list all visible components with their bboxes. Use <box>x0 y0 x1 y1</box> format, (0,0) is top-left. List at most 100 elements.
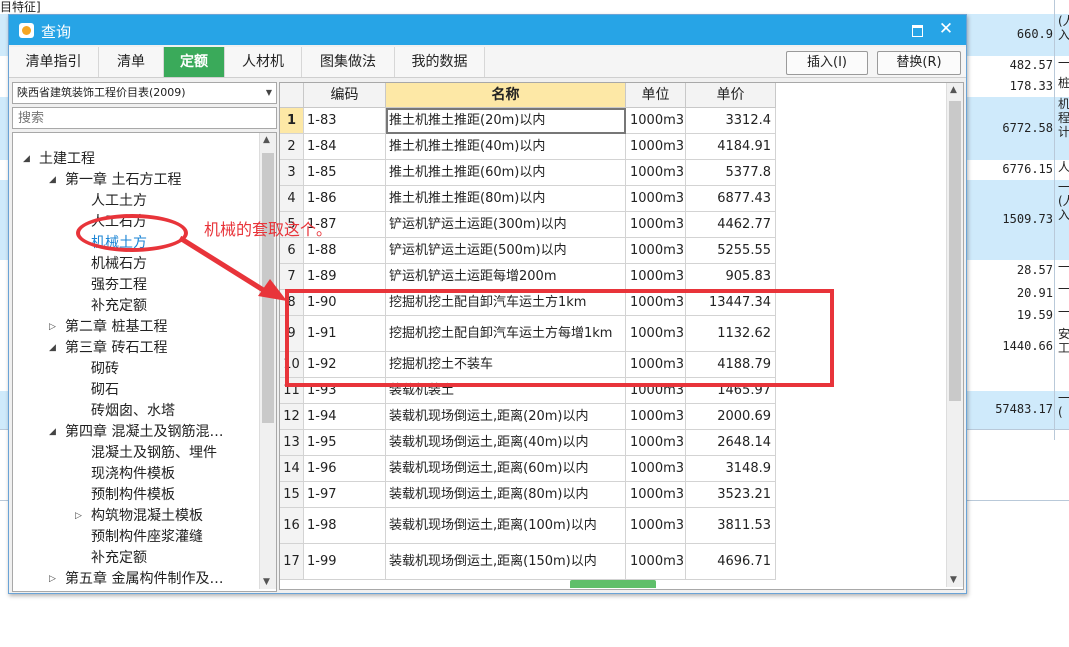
unit-cell[interactable]: 1000m3 <box>626 264 686 290</box>
unit-cell[interactable]: 1000m3 <box>626 508 686 544</box>
row-number[interactable]: 4 <box>280 186 304 212</box>
row-number[interactable]: 1 <box>280 108 304 134</box>
price-cell[interactable]: 5377.8 <box>686 160 776 186</box>
header-price[interactable]: 单价 <box>686 83 776 108</box>
header-unit[interactable]: 单位 <box>626 83 686 108</box>
tree-item[interactable]: 砌石 <box>91 380 119 401</box>
name-cell[interactable]: 装载机现场倒运土,距离(80m)以内 <box>386 482 626 508</box>
tree-item[interactable]: 砖烟囱、水塔 <box>91 401 175 422</box>
name-cell[interactable]: 装载机现场倒运土,距离(150m)以内 <box>386 544 626 580</box>
unit-cell[interactable]: 1000m3 <box>626 238 686 264</box>
row-number[interactable]: 3 <box>280 160 304 186</box>
header-code[interactable]: 编码 <box>304 83 386 108</box>
unit-cell[interactable]: 1000m3 <box>626 108 686 134</box>
code-cell[interactable]: 1-85 <box>304 160 386 186</box>
price-cell[interactable]: 4184.91 <box>686 134 776 160</box>
replace-button[interactable]: 替换(R) <box>877 51 961 75</box>
expand-arrow-icon[interactable]: ▷ <box>49 574 56 584</box>
name-cell[interactable]: 铲运机铲运土运距(300m)以内 <box>386 212 626 238</box>
search-input[interactable] <box>16 108 270 128</box>
tree-item[interactable]: 机械石方 <box>91 254 147 275</box>
tab-quota[interactable]: 定额 <box>164 47 225 77</box>
tree-item[interactable]: 构筑物混凝土模板 <box>91 506 203 527</box>
name-cell[interactable]: 装载机现场倒运土,距离(100m)以内 <box>386 508 626 544</box>
unit-cell[interactable]: 1000m3 <box>626 212 686 238</box>
price-cell[interactable]: 905.83 <box>686 264 776 290</box>
row-number[interactable]: 7 <box>280 264 304 290</box>
name-cell[interactable]: 推土机推土推距(80m)以内 <box>386 186 626 212</box>
unit-cell[interactable]: 1000m3 <box>626 186 686 212</box>
code-cell[interactable]: 1-95 <box>304 430 386 456</box>
collapse-arrow-icon[interactable]: ◢ <box>49 343 56 353</box>
tree-item[interactable]: 混凝土及钢筋、埋件 <box>91 443 217 464</box>
row-number[interactable]: 13 <box>280 430 304 456</box>
tree-item[interactable]: 预制构件模板 <box>91 485 175 506</box>
name-cell[interactable]: 装载机现场倒运土,距离(40m)以内 <box>386 430 626 456</box>
price-cell[interactable]: 4462.77 <box>686 212 776 238</box>
row-number[interactable]: 12 <box>280 404 304 430</box>
code-cell[interactable]: 1-84 <box>304 134 386 160</box>
row-number[interactable]: 16 <box>280 508 304 544</box>
scroll-up-icon[interactable]: ▲ <box>263 135 270 145</box>
grid-scroll-down-icon[interactable]: ▼ <box>950 575 957 585</box>
code-cell[interactable]: 1-98 <box>304 508 386 544</box>
code-cell[interactable]: 1-83 <box>304 108 386 134</box>
tree-scroll-thumb[interactable] <box>262 153 274 423</box>
name-cell[interactable]: 推土机推土推距(20m)以内 <box>386 108 626 134</box>
price-cell[interactable]: 3148.9 <box>686 456 776 482</box>
maximize-icon[interactable] <box>908 21 926 39</box>
price-cell[interactable]: 6877.43 <box>686 186 776 212</box>
price-cell[interactable]: 4696.71 <box>686 544 776 580</box>
tree-item[interactable]: 强夯工程 <box>91 275 147 296</box>
price-cell[interactable]: 3811.53 <box>686 508 776 544</box>
price-cell[interactable]: 2000.69 <box>686 404 776 430</box>
code-cell[interactable]: 1-86 <box>304 186 386 212</box>
unit-cell[interactable]: 1000m3 <box>626 456 686 482</box>
tree-item[interactable]: 砌砖 <box>91 359 119 380</box>
tree-item[interactable]: 土建工程 <box>39 149 95 170</box>
row-number[interactable]: 17 <box>280 544 304 580</box>
code-cell[interactable]: 1-89 <box>304 264 386 290</box>
grid-scroll-up-icon[interactable]: ▲ <box>950 85 957 95</box>
tab-my-data[interactable]: 我的数据 <box>395 47 485 77</box>
grid-scrollbar[interactable]: ▲ ▼ <box>946 83 963 587</box>
name-cell[interactable]: 推土机推土推距(60m)以内 <box>386 160 626 186</box>
name-cell[interactable]: 铲运机铲运土运距(500m)以内 <box>386 238 626 264</box>
unit-cell[interactable]: 1000m3 <box>626 482 686 508</box>
collapse-arrow-icon[interactable]: ◢ <box>23 154 30 164</box>
code-cell[interactable]: 1-97 <box>304 482 386 508</box>
library-select[interactable]: 陕西省建筑装饰工程价目表(2009) ▼ <box>12 82 277 104</box>
unit-cell[interactable]: 1000m3 <box>626 134 686 160</box>
code-cell[interactable]: 1-94 <box>304 404 386 430</box>
tree-item[interactable]: 第一章 土石方工程 <box>65 170 181 191</box>
price-cell[interactable]: 3523.21 <box>686 482 776 508</box>
tree-item[interactable]: 第二章 桩基工程 <box>65 317 167 338</box>
expand-arrow-icon[interactable]: ▷ <box>49 322 56 332</box>
tree-item[interactable]: 第三章 砖石工程 <box>65 338 167 359</box>
code-cell[interactable]: 1-99 <box>304 544 386 580</box>
row-number[interactable]: 2 <box>280 134 304 160</box>
unit-cell[interactable]: 1000m3 <box>626 160 686 186</box>
header-name[interactable]: 名称 <box>386 83 626 108</box>
tree-item[interactable]: 补充定额 <box>91 296 147 317</box>
name-cell[interactable]: 铲运机铲运土运距每增200m <box>386 264 626 290</box>
title-bar[interactable]: 查询 ✕ <box>9 15 966 45</box>
collapse-arrow-icon[interactable]: ◢ <box>49 427 56 437</box>
tab-atlas-method[interactable]: 图集做法 <box>302 47 395 77</box>
chevron-down-icon[interactable]: ▼ <box>266 83 272 103</box>
tab-list-guide[interactable]: 清单指引 <box>9 47 99 77</box>
grid-scroll-thumb[interactable] <box>949 101 961 401</box>
tree-item[interactable]: 第五章 金属构件制作及… <box>65 569 223 590</box>
row-number[interactable]: 15 <box>280 482 304 508</box>
unit-cell[interactable]: 1000m3 <box>626 404 686 430</box>
price-cell[interactable]: 3312.4 <box>686 108 776 134</box>
scroll-down-icon[interactable]: ▼ <box>263 577 270 587</box>
name-cell[interactable]: 装载机现场倒运土,距离(60m)以内 <box>386 456 626 482</box>
insert-button[interactable]: 插入(I) <box>786 51 868 75</box>
price-cell[interactable]: 2648.14 <box>686 430 776 456</box>
tree-scrollbar[interactable]: ▲ ▼ <box>259 133 276 589</box>
header-rownum[interactable] <box>280 83 304 108</box>
row-number[interactable]: 14 <box>280 456 304 482</box>
tree-item[interactable]: 第四章 混凝土及钢筋混… <box>65 422 223 443</box>
tree-item[interactable]: 补充定额 <box>91 548 147 569</box>
